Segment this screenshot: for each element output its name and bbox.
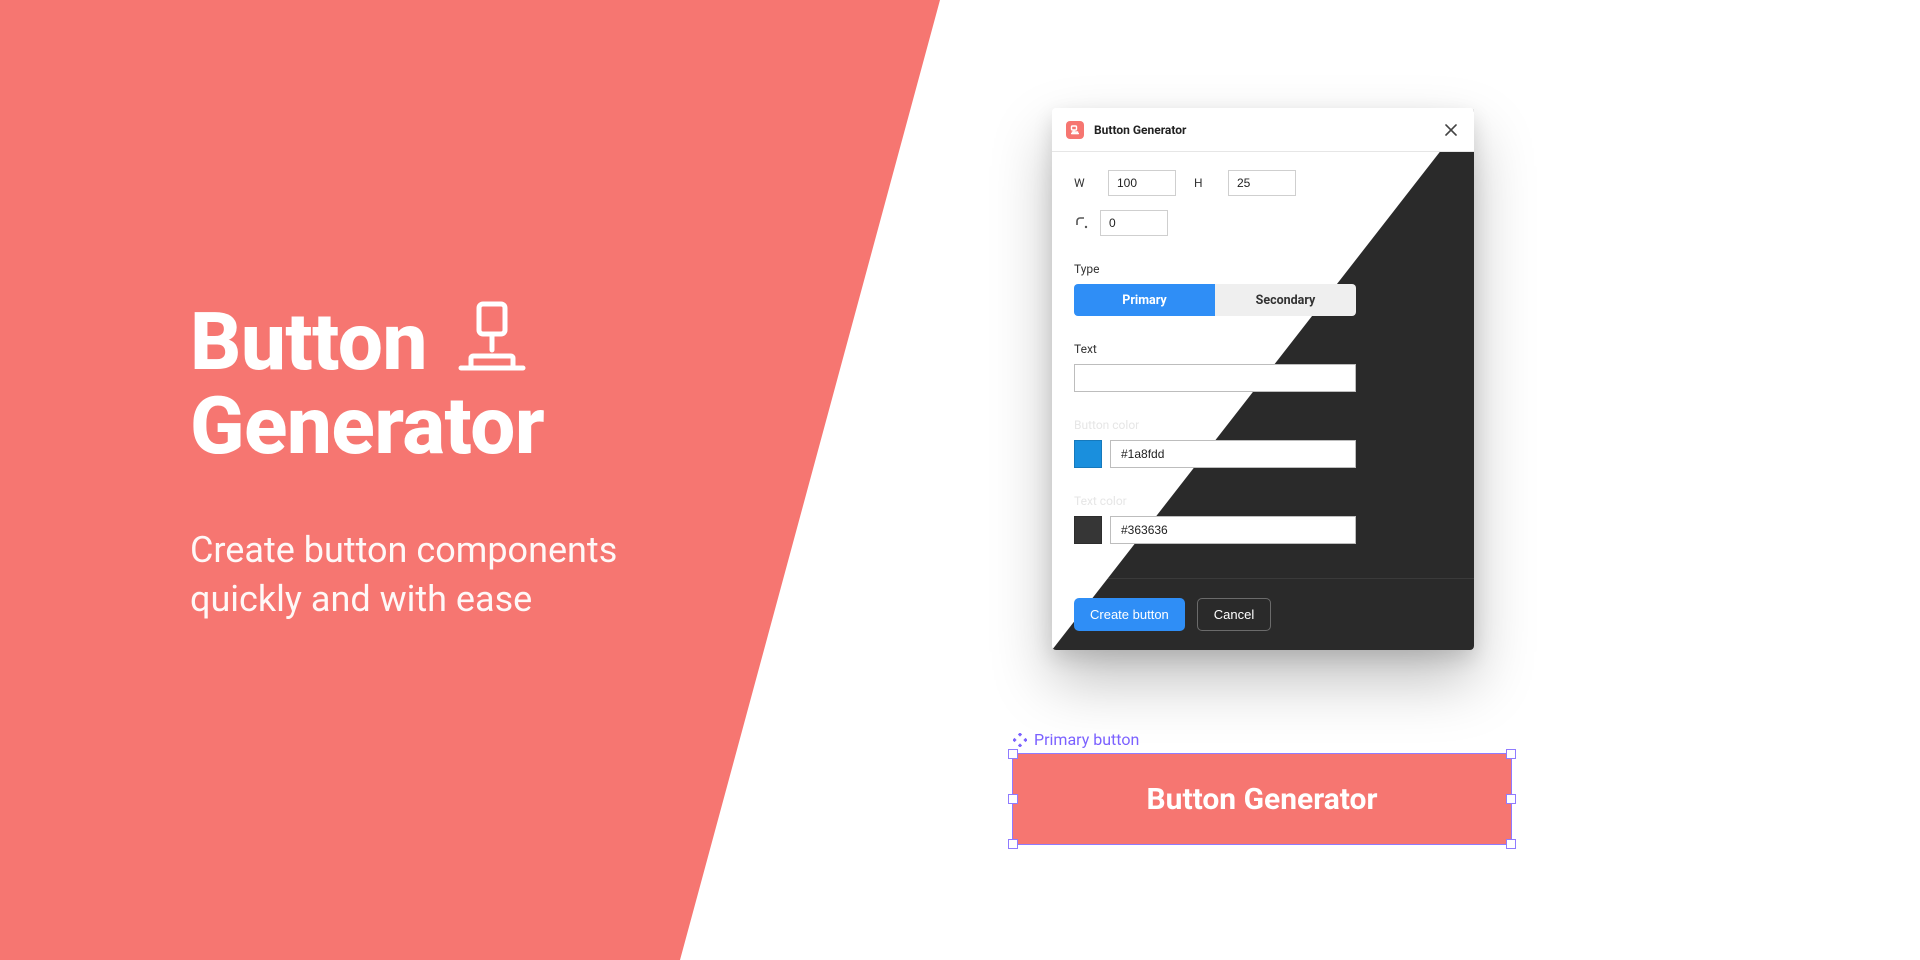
button-press-icon bbox=[455, 300, 529, 384]
hero-subtitle-line2: quickly and with ease bbox=[190, 575, 617, 624]
type-option-primary[interactable]: Primary bbox=[1074, 284, 1215, 316]
corner-radius-icon bbox=[1074, 215, 1090, 231]
width-label: W bbox=[1074, 176, 1090, 190]
hero-subtitle-line1: Create button components bbox=[190, 526, 617, 575]
hero-title-line2: Generator bbox=[190, 384, 617, 468]
selection-handle-bottom-right[interactable] bbox=[1506, 839, 1516, 849]
text-color-label: Text color bbox=[1074, 494, 1452, 508]
panel-title: Button Generator bbox=[1094, 123, 1186, 137]
panel-footer: Create button Cancel bbox=[1052, 578, 1474, 650]
plugin-app-icon bbox=[1066, 121, 1084, 139]
height-label: H bbox=[1194, 176, 1210, 190]
selection-handle-top-left[interactable] bbox=[1008, 749, 1018, 759]
button-color-swatch[interactable] bbox=[1074, 440, 1102, 468]
close-icon[interactable] bbox=[1442, 121, 1460, 139]
component-icon bbox=[1012, 732, 1028, 748]
text-label: Text bbox=[1074, 342, 1452, 356]
panel-header: Button Generator bbox=[1052, 108, 1474, 152]
cancel-button[interactable]: Cancel bbox=[1197, 598, 1271, 631]
selection-handle-mid-right[interactable] bbox=[1506, 794, 1516, 804]
hero-title-line1: Button bbox=[190, 300, 427, 384]
text-color-swatch[interactable] bbox=[1074, 516, 1102, 544]
text-color-input[interactable] bbox=[1110, 516, 1356, 544]
generated-button-preview[interactable]: Button Generator bbox=[1012, 753, 1512, 845]
generated-button-text: Button Generator bbox=[1147, 782, 1378, 817]
button-color-input[interactable] bbox=[1110, 440, 1356, 468]
create-button[interactable]: Create button bbox=[1074, 598, 1185, 631]
button-color-label: Button color bbox=[1074, 418, 1452, 432]
type-label: Type bbox=[1074, 262, 1452, 276]
selection-label: Primary button bbox=[1034, 730, 1139, 749]
plugin-panel: Button Generator W H bbox=[1052, 108, 1474, 650]
text-input[interactable] bbox=[1074, 364, 1356, 392]
selection-handle-top-right[interactable] bbox=[1506, 749, 1516, 759]
type-segmented-control: Primary Secondary bbox=[1074, 284, 1356, 316]
radius-input[interactable] bbox=[1100, 210, 1168, 236]
selection-handle-bottom-left[interactable] bbox=[1008, 839, 1018, 849]
width-input[interactable] bbox=[1108, 170, 1176, 196]
height-input[interactable] bbox=[1228, 170, 1296, 196]
canvas-selection: Primary button Button Generator bbox=[1012, 730, 1514, 845]
selection-handle-mid-left[interactable] bbox=[1008, 794, 1018, 804]
type-option-secondary[interactable]: Secondary bbox=[1215, 284, 1356, 316]
hero-section: Button Generator Create button component… bbox=[190, 300, 617, 623]
